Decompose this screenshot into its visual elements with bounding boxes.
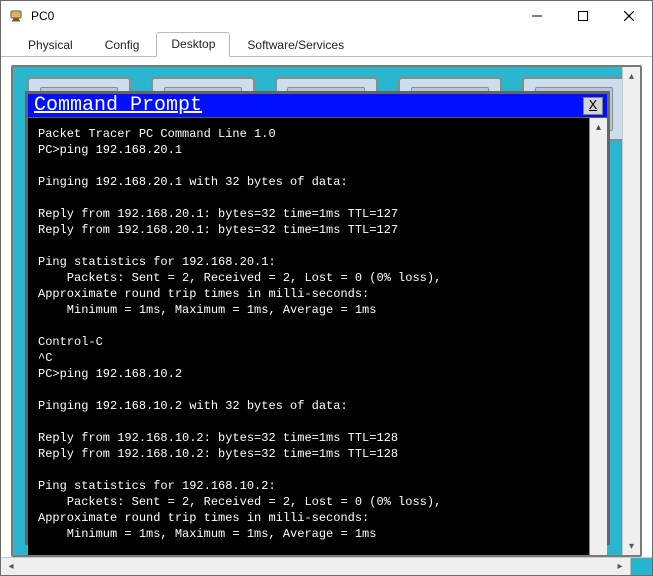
terminal-text: Packet Tracer PC Command Line 1.0 PC>pin… xyxy=(38,126,579,557)
scroll-down-icon[interactable]: ▾ xyxy=(623,537,640,555)
command-prompt-body: Packet Tracer PC Command Line 1.0 PC>pin… xyxy=(28,118,607,557)
command-prompt-vertical-scrollbar[interactable]: ▴ ▾ xyxy=(589,118,607,557)
window-title: PC0 xyxy=(31,9,514,23)
desktop-frame: ▴ ▾ Command Prompt X Packet Tracer PC Co… xyxy=(11,65,642,557)
scroll-up-icon[interactable]: ▴ xyxy=(590,118,607,136)
desktop-area: ▴ ▾ Command Prompt X Packet Tracer PC Co… xyxy=(1,57,652,557)
scroll-track[interactable] xyxy=(590,136,607,557)
tab-bar: Physical Config Desktop Software/Service… xyxy=(1,31,652,57)
tab-software-services[interactable]: Software/Services xyxy=(232,33,359,57)
command-prompt-output[interactable]: Packet Tracer PC Command Line 1.0 PC>pin… xyxy=(28,118,589,557)
window-titlebar[interactable]: PC0 xyxy=(1,1,652,31)
tab-desktop[interactable]: Desktop xyxy=(156,32,230,57)
window-controls xyxy=(514,1,652,31)
scroll-left-icon[interactable]: ◂ xyxy=(1,558,21,576)
tab-physical[interactable]: Physical xyxy=(13,33,88,57)
scroll-track[interactable] xyxy=(623,85,640,537)
maximize-button[interactable] xyxy=(560,1,606,31)
app-window: PC0 Physical Config Desktop Software/Ser… xyxy=(0,0,653,576)
command-prompt-titlebar[interactable]: Command Prompt X xyxy=(28,94,607,118)
close-button[interactable] xyxy=(606,1,652,31)
scrollbar-corner xyxy=(630,558,652,576)
desktop-vertical-scrollbar[interactable]: ▴ ▾ xyxy=(622,67,640,555)
horizontal-scrollbar[interactable]: ◂ ▸ xyxy=(1,557,652,575)
command-prompt-title: Command Prompt xyxy=(34,94,583,117)
scroll-up-icon[interactable]: ▴ xyxy=(623,67,640,85)
app-icon xyxy=(9,8,25,24)
scroll-right-icon[interactable]: ▸ xyxy=(610,558,630,576)
command-prompt-close-button[interactable]: X xyxy=(583,97,603,115)
command-prompt-window: Command Prompt X Packet Tracer PC Comman… xyxy=(25,91,610,545)
tab-config[interactable]: Config xyxy=(90,33,155,57)
scroll-track[interactable] xyxy=(21,558,610,575)
minimize-button[interactable] xyxy=(514,1,560,31)
